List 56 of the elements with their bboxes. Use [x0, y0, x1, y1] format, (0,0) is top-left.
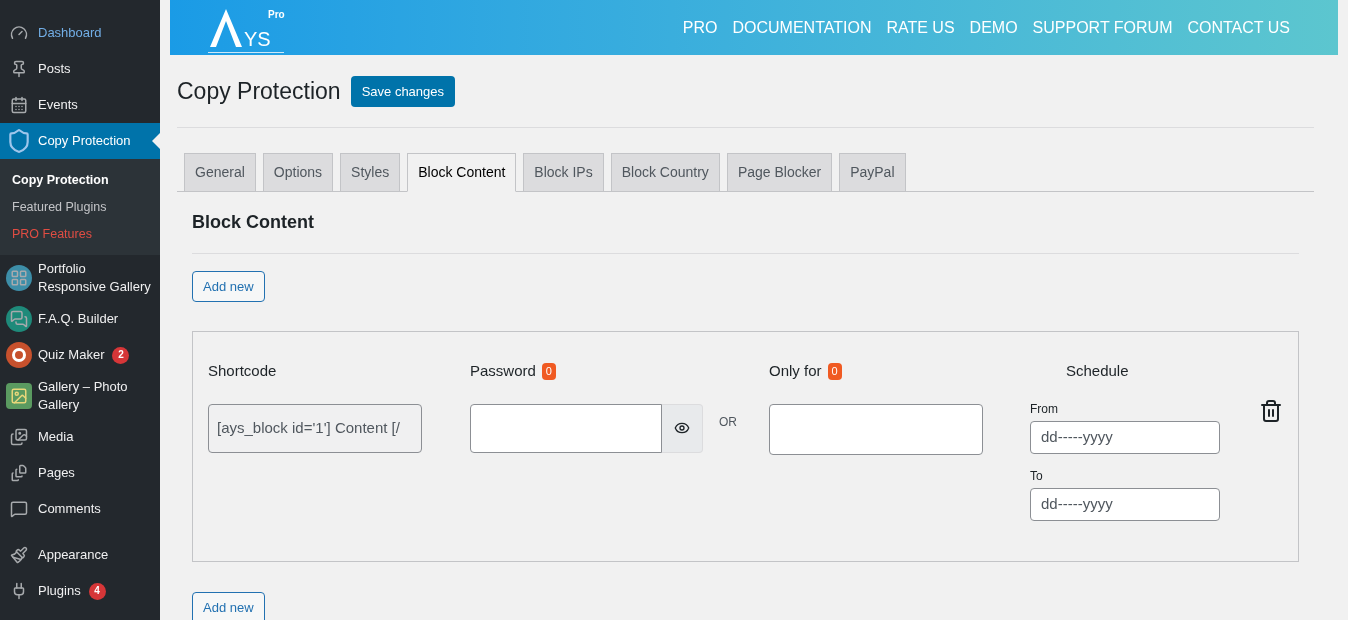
sidebar-item[interactable]: F.A.Q. Builder	[0, 301, 160, 338]
sidebar-item[interactable]: Copy Protection	[0, 123, 160, 159]
tab[interactable]: Block IPs	[523, 152, 604, 192]
count-badge: 2	[112, 346, 130, 364]
shield-icon	[6, 128, 32, 154]
page-title: Copy Protection	[177, 77, 341, 106]
eye-icon	[674, 420, 690, 436]
sidebar-item[interactable]: Media	[0, 419, 160, 456]
date-field[interactable]: dd-----yyyy	[1030, 420, 1220, 454]
logo-superscript: Pro	[268, 7, 285, 22]
submenu-item[interactable]: Featured Plugins	[0, 193, 160, 221]
sidebar-item[interactable]: Dashboard	[0, 15, 160, 51]
or-label: OR	[719, 413, 737, 431]
sidebar-item[interactable]: Portfolio Responsive Gallery	[0, 255, 160, 302]
save-button[interactable]: Save changes	[350, 75, 456, 107]
section-title: Block Content	[192, 191, 1299, 254]
tab[interactable]: Options	[262, 152, 334, 192]
sidebar-item[interactable]: Quiz Maker 2	[0, 337, 160, 374]
sidebar-item[interactable]: Pages	[0, 455, 160, 492]
sidebar-item[interactable]: Events	[0, 87, 160, 123]
only-for-field[interactable]	[769, 403, 983, 455]
add-new-button[interactable]: Add new	[192, 270, 265, 302]
show-password-button[interactable]	[662, 403, 703, 453]
tab[interactable]: Block Country	[610, 152, 720, 192]
field-label: Shortcode	[208, 361, 278, 381]
field-label: From	[1030, 400, 1059, 418]
field-label: Password	[470, 361, 536, 381]
password-field[interactable]	[470, 403, 662, 453]
add-new-button[interactable]: Add new	[192, 592, 265, 620]
tab[interactable]: Block Content	[407, 152, 517, 192]
tab[interactable]: Styles	[340, 152, 401, 192]
count-badge: 0	[827, 363, 842, 380]
trash-icon	[1259, 399, 1283, 423]
logo-text: YS	[244, 28, 271, 49]
picture-icon	[6, 383, 32, 410]
field-label: Schedule	[1065, 361, 1130, 381]
submenu-item[interactable]: Copy Protection	[0, 167, 160, 194]
tab[interactable]: PayPal	[839, 152, 906, 192]
delete-button[interactable]	[1259, 398, 1283, 424]
sidebar-item[interactable]: Appearance	[0, 537, 160, 574]
sidebar-item[interactable]: Comments	[0, 491, 160, 528]
field-label: To	[1030, 467, 1044, 485]
count-badge: 0	[541, 363, 556, 380]
sidebar-item[interactable]: Posts	[0, 51, 160, 87]
sidebar-item[interactable]: Gallery – Photo Gallery	[0, 373, 160, 420]
tab[interactable]: Page Blocker	[726, 152, 833, 192]
menu-pointer-icon	[152, 133, 160, 149]
tab[interactable]: General	[184, 152, 256, 192]
shortcode-field: [ays_block id='1'] Content [/	[208, 403, 422, 453]
sidebar-item[interactable]: Plugins 4	[0, 573, 160, 610]
chat-bubbles-icon	[6, 306, 32, 333]
grid-icon	[6, 265, 32, 292]
date-field[interactable]: dd-----yyyy	[1030, 487, 1220, 521]
field-label: Only for	[769, 361, 822, 381]
count-badge: 4	[88, 582, 106, 600]
submenu-item[interactable]: PRO Features	[0, 220, 160, 248]
